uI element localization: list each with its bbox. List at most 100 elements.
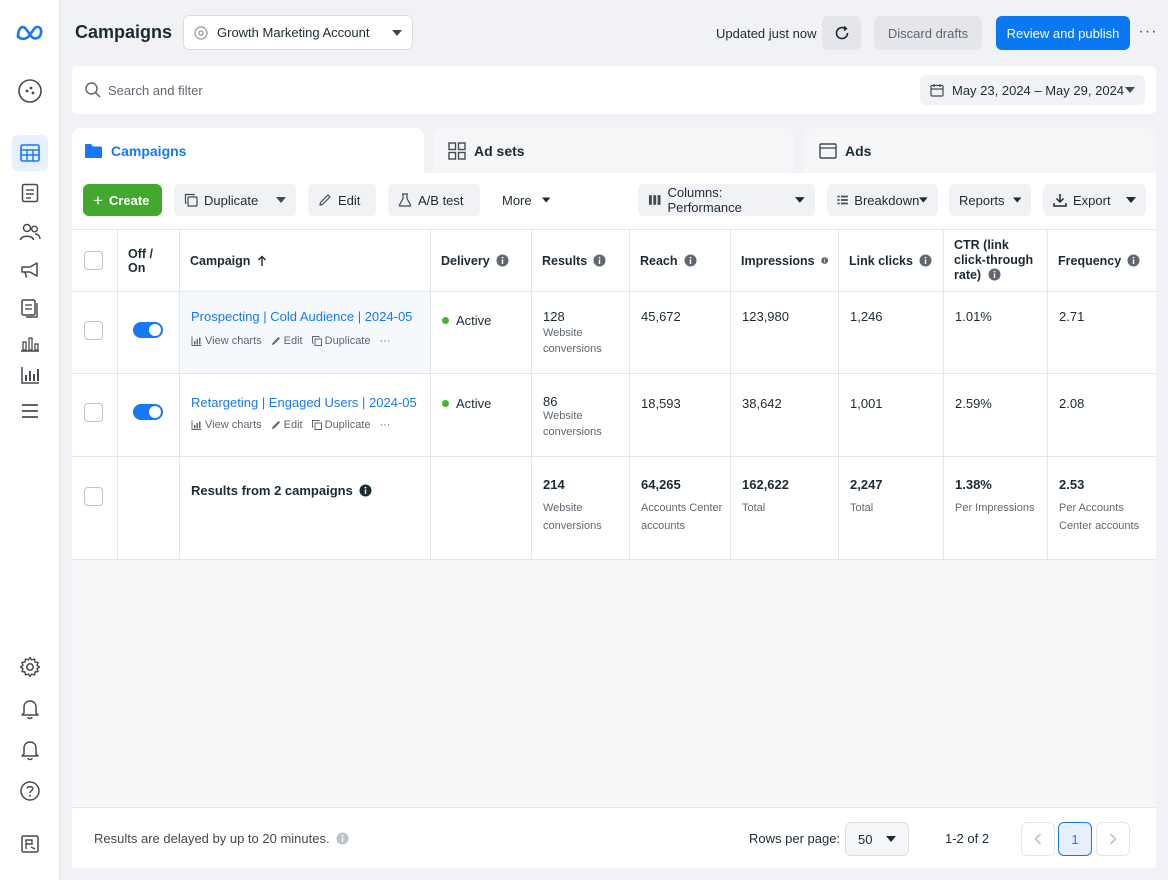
info-icon[interactable] — [336, 832, 349, 845]
totals-frequency-cell: 2.53 Per Accounts Center accounts — [1048, 457, 1156, 559]
rows-per-page-select[interactable]: 50 — [845, 822, 909, 856]
top-header: Campaigns Growth Marketing Account Updat… — [60, 0, 1168, 64]
settings-gear-icon[interactable] — [12, 649, 48, 685]
row-checkbox[interactable] — [84, 321, 103, 340]
edit-button[interactable]: Edit — [308, 184, 376, 216]
updated-status: Updated just now — [716, 26, 817, 41]
totals-ctr-cell: 1.38% Per Impressions — [944, 457, 1048, 559]
account-overview-icon[interactable] — [12, 73, 48, 109]
row-duplicate-link[interactable]: Duplicate — [311, 335, 370, 347]
tab-ads[interactable]: Ads — [804, 128, 1156, 174]
meta-logo-icon[interactable] — [12, 14, 48, 50]
results-type: Website conversions — [543, 410, 602, 438]
campaign-on-toggle[interactable] — [133, 404, 163, 420]
ads-manager-table-icon[interactable] — [12, 135, 48, 171]
date-range-picker[interactable]: May 23, 2024 – May 29, 2024 — [920, 75, 1145, 105]
totals-reach-type: Accounts Center accounts — [641, 502, 723, 532]
discard-drafts-button[interactable]: Discard drafts — [874, 16, 982, 50]
breakdown-list-icon — [837, 195, 848, 205]
ab-test-button[interactable]: A/B test — [388, 184, 480, 216]
tab-label: Ads — [845, 143, 872, 159]
header-ctr[interactable]: CTR (link click-through rate) — [944, 230, 1048, 291]
info-icon[interactable] — [1127, 254, 1140, 267]
select-all-checkbox[interactable] — [84, 251, 103, 270]
info-icon[interactable] — [496, 254, 509, 267]
review-and-publish-button[interactable]: Review and publish — [996, 16, 1130, 50]
info-icon[interactable] — [919, 254, 932, 267]
header-results[interactable]: Results — [532, 230, 630, 291]
download-icon — [1053, 194, 1067, 207]
row-checkbox[interactable] — [84, 403, 103, 422]
link-clicks-cell: 1,001 — [839, 374, 944, 456]
info-icon[interactable] — [593, 254, 606, 267]
header-delivery[interactable]: Delivery — [431, 230, 532, 291]
account-icon — [194, 25, 208, 40]
table-footer: Results are delayed by up to 20 minutes.… — [72, 807, 1156, 868]
info-icon[interactable] — [988, 268, 1001, 281]
row-edit-link[interactable]: Edit — [271, 419, 303, 431]
info-icon[interactable] — [684, 254, 697, 267]
header-reach[interactable]: Reach — [630, 230, 731, 291]
notifications-bell-icon[interactable] — [12, 691, 48, 727]
row-edit-link[interactable]: Edit — [271, 335, 303, 347]
delivery-cell: Active — [431, 374, 532, 456]
columns-button[interactable]: Columns: Performance — [638, 184, 815, 216]
breakdown-button[interactable]: Breakdown — [827, 184, 938, 216]
info-icon[interactable] — [359, 484, 372, 497]
export-button[interactable]: Export — [1043, 184, 1146, 216]
search-input[interactable] — [108, 78, 608, 102]
header-link-clicks-label: Link clicks — [849, 253, 913, 268]
duplicate-button[interactable]: Duplicate — [174, 184, 296, 216]
menu-icon[interactable] — [12, 393, 48, 429]
row-more-icon[interactable]: ··· — [379, 335, 390, 347]
megaphone-icon[interactable] — [12, 252, 48, 288]
previous-page-button[interactable] — [1021, 822, 1055, 856]
header-link-clicks[interactable]: Link clicks — [839, 230, 944, 291]
audiences-icon[interactable] — [12, 214, 48, 250]
more-options-icon[interactable]: ··· — [1138, 22, 1158, 42]
pagination-range: 1-2 of 2 — [945, 831, 990, 846]
campaigns-table: Off / On Campaign Delivery Results Reach… — [72, 229, 1156, 560]
header-campaign[interactable]: Campaign — [180, 230, 431, 291]
campaign-name-link[interactable]: Retargeting | Engaged Users | 2024-05 — [191, 395, 417, 410]
report-problem-icon[interactable] — [12, 826, 48, 862]
tab-campaigns[interactable]: Campaigns — [72, 128, 424, 174]
header-frequency[interactable]: Frequency — [1048, 230, 1156, 291]
view-charts-link[interactable]: View charts — [191, 335, 262, 347]
current-page-button[interactable]: 1 — [1058, 822, 1092, 856]
info-icon[interactable] — [820, 254, 828, 267]
table-row[interactable]: Prospecting | Cold Audience | 2024-05 Vi… — [72, 292, 1156, 374]
row-toggle-cell — [118, 457, 180, 559]
view-charts-link[interactable]: View charts — [191, 419, 262, 431]
chevron-down-icon — [1126, 197, 1136, 203]
insights-icon[interactable] — [12, 325, 48, 361]
next-page-button[interactable] — [1096, 822, 1130, 856]
chevron-down-icon — [541, 197, 550, 203]
refresh-button[interactable] — [822, 16, 861, 50]
campaign-name-link[interactable]: Prospecting | Cold Audience | 2024-05 — [191, 309, 412, 324]
totals-ctr-value: 1.38% — [955, 477, 992, 492]
row-select-cell — [72, 374, 118, 456]
sort-ascending-icon[interactable] — [257, 255, 267, 267]
alerts-bell-icon[interactable] — [12, 732, 48, 768]
account-selector[interactable]: Growth Marketing Account — [183, 15, 413, 50]
row-duplicate-link[interactable]: Duplicate — [311, 419, 370, 431]
breakdown-label: Breakdown — [854, 192, 920, 208]
table-row[interactable]: Retargeting | Engaged Users | 2024-05 Vi… — [72, 374, 1156, 457]
reporting-chart-icon[interactable] — [12, 357, 48, 393]
document-icon[interactable] — [12, 175, 48, 211]
tab-ad-sets[interactable]: Ad sets — [433, 128, 793, 174]
row-more-icon[interactable]: ··· — [379, 419, 390, 431]
row-actions: View charts Edit Duplicate ··· — [191, 335, 399, 347]
chevron-right-icon — [1109, 833, 1117, 845]
reports-button[interactable]: Reports — [949, 184, 1031, 216]
chevron-down-icon[interactable] — [276, 197, 286, 203]
help-icon[interactable] — [12, 773, 48, 809]
header-impressions[interactable]: Impressions — [731, 230, 839, 291]
catalog-icon[interactable] — [12, 290, 48, 326]
campaign-on-toggle[interactable] — [133, 322, 163, 338]
more-button[interactable]: More — [492, 184, 560, 216]
totals-checkbox[interactable] — [84, 487, 103, 506]
folder-icon — [85, 144, 102, 158]
create-button[interactable]: + Create — [83, 184, 162, 216]
